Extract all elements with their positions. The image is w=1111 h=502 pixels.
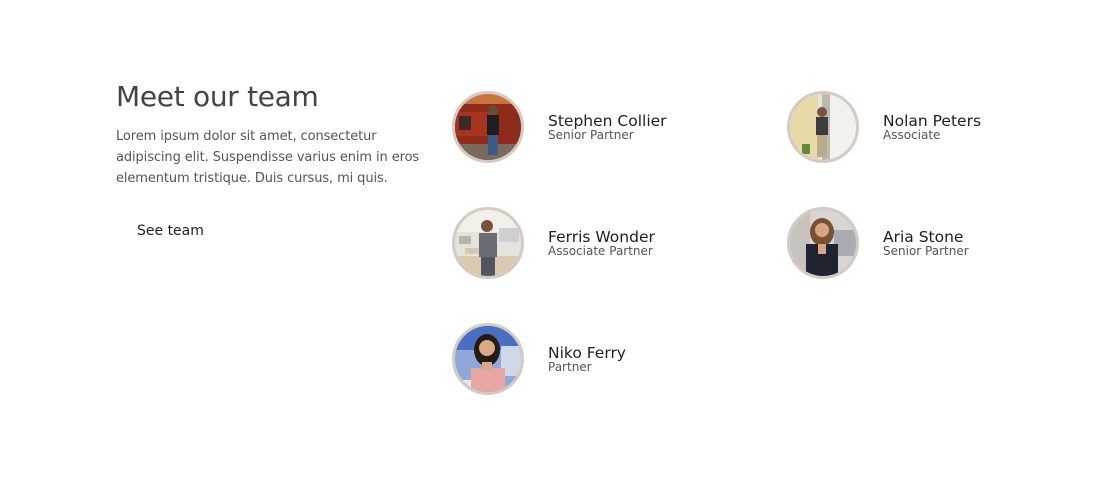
member-photo <box>455 94 521 160</box>
member-role: Associate <box>883 128 941 142</box>
team-member-card[interactable]: Nolan Peters Associate <box>787 91 1087 163</box>
member-role: Associate Partner <box>548 244 653 258</box>
member-avatar <box>452 207 524 279</box>
member-role: Senior Partner <box>548 128 634 142</box>
team-member-card[interactable]: Niko Ferry Partner <box>452 323 752 395</box>
team-member-card[interactable]: Stephen Collier Senior Partner <box>452 91 752 163</box>
member-role: Partner <box>548 360 592 374</box>
member-photo <box>455 326 521 392</box>
team-member-card[interactable]: Ferris Wonder Associate Partner <box>452 207 752 279</box>
member-photo <box>455 210 521 276</box>
member-photo <box>790 94 856 160</box>
member-avatar <box>452 91 524 163</box>
member-avatar <box>787 207 859 279</box>
member-avatar <box>787 91 859 163</box>
member-avatar <box>452 323 524 395</box>
team-intro: Meet our team Lorem ipsum dolor sit amet… <box>116 80 421 239</box>
section-title: Meet our team <box>116 80 319 113</box>
section-description: Lorem ipsum dolor sit amet, consectetur … <box>116 129 420 186</box>
team-member-card[interactable]: Aria Stone Senior Partner <box>787 207 1087 279</box>
team-section: Meet our team Lorem ipsum dolor sit amet… <box>0 0 1111 502</box>
member-role: Senior Partner <box>883 244 969 258</box>
see-team-button[interactable]: See team <box>137 223 204 239</box>
member-photo <box>790 210 856 276</box>
